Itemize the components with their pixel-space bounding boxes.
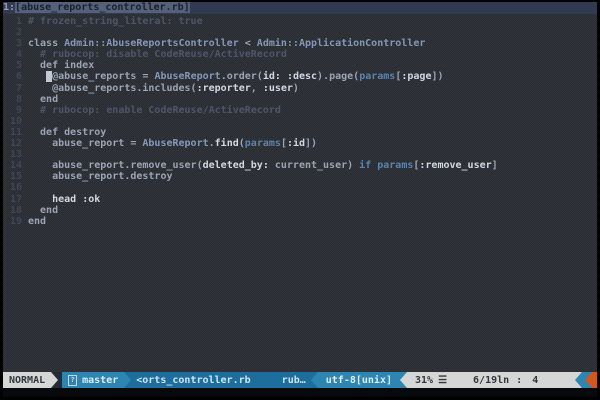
filename-label: <orts_controller.rb [136, 374, 251, 386]
code-line: 19 end [3, 216, 597, 227]
line-number: 16 [9, 182, 22, 194]
line-number: 17 [9, 193, 22, 205]
code-line: 12 abuse_report = AbuseReport.find(param… [3, 138, 597, 149]
line-number: 2 [15, 27, 22, 39]
powerline-separator-icon [585, 372, 592, 388]
filetype-label: rub… [281, 374, 306, 386]
position-label: 6/19 [473, 374, 498, 386]
code-line: 16 [3, 182, 597, 193]
line-number: 18 [9, 204, 22, 216]
position-segment: 31% ☰ 6/19 ln : 4 [407, 372, 575, 388]
code-line: 3 class Admin::AbuseReportsController < A… [3, 38, 597, 49]
code-line: 15 abuse_report.destroy [3, 171, 597, 182]
code-line: 1 # frozen_string_literal: true [3, 16, 597, 27]
editor-area[interactable]: 1 # frozen_string_literal: true 2 3 class Ad… [3, 14, 597, 372]
line-number: 8 [15, 93, 22, 105]
git-branch-segment: ? master [62, 372, 125, 388]
scroll-percent: 31% [415, 374, 434, 386]
line-number: 12 [9, 138, 22, 150]
vim-frame: 1:[abuse_reports_controller.rb] 1 # froze… [3, 2, 597, 397]
code-line: 4 # rubocop: disable CodeReuse/ActiveRec… [3, 49, 597, 60]
line-number: 7 [15, 82, 22, 94]
encoding-label: utf-8[unix] [325, 374, 392, 386]
colon-separator: : [516, 374, 523, 386]
line-number: 11 [9, 126, 22, 138]
powerline-separator-icon [51, 372, 59, 388]
line-number: 1 [15, 16, 22, 27]
powerline-separator-icon [124, 372, 132, 388]
filename-segment: <orts_controller.rb rub… [131, 372, 311, 388]
line-number: 10 [9, 115, 22, 127]
line-indicator-icon: ☰ [438, 374, 448, 386]
powerline-separator-icon [400, 372, 407, 388]
code-line: 9 # rubocop: enable CodeReuse/ActiveReco… [3, 105, 597, 116]
line-number: 6 [15, 71, 22, 83]
line-number: 5 [15, 60, 22, 72]
column-label: 4 [532, 374, 539, 386]
maxline-symbol: ln [497, 374, 510, 386]
code-line: 7 @abuse_reports.includes(:reporter, :us… [3, 83, 597, 94]
warning-tip [592, 372, 597, 388]
powerline-separator-icon [310, 372, 318, 388]
line-number: 3 [15, 38, 22, 50]
command-line[interactable] [3, 388, 597, 397]
mode-label: NORMAL [9, 374, 46, 386]
code-lines: 1 # frozen_string_literal: true 2 3 class Ad… [3, 16, 597, 227]
code-line: 17 head :ok [3, 194, 597, 205]
git-branch-icon: ? [68, 374, 78, 386]
code-line: 5 def index [3, 60, 597, 71]
powerline-separator-icon [575, 372, 582, 388]
code-line: 10 [3, 116, 597, 127]
code-line: 11 def destroy [3, 127, 597, 138]
mode-indicator: NORMAL [3, 372, 52, 388]
tab-number: 1: [3, 2, 16, 13]
line-number: 15 [9, 171, 22, 183]
code-line: 14 abuse_report.remove_user(deleted_by: … [3, 160, 597, 171]
tab-abuse-reports-controller[interactable]: [abuse_reports_controller.rb] [15, 2, 190, 13]
line-number: 13 [9, 149, 22, 161]
code-line: 13 [3, 149, 597, 160]
encoding-segment: utf-8[unix] [317, 372, 400, 388]
terminal-window: 1:[abuse_reports_controller.rb] 1 # froze… [0, 0, 600, 400]
tabline: 1:[abuse_reports_controller.rb] [3, 2, 597, 14]
line-number: 9 [15, 104, 22, 116]
git-branch-label: master [82, 374, 119, 386]
line-number: 4 [15, 49, 22, 61]
line-number: 19 [9, 215, 22, 227]
code-line: 2 [3, 27, 597, 38]
code-line: 6 @abuse_reports = AbuseReport.order(id:… [3, 71, 597, 83]
line-number: 14 [9, 160, 22, 172]
statusline: NORMAL ? master <orts_controller.rb rub…… [3, 372, 597, 388]
code-line: 18 end [3, 205, 597, 216]
code-line: 8 end [3, 94, 597, 105]
